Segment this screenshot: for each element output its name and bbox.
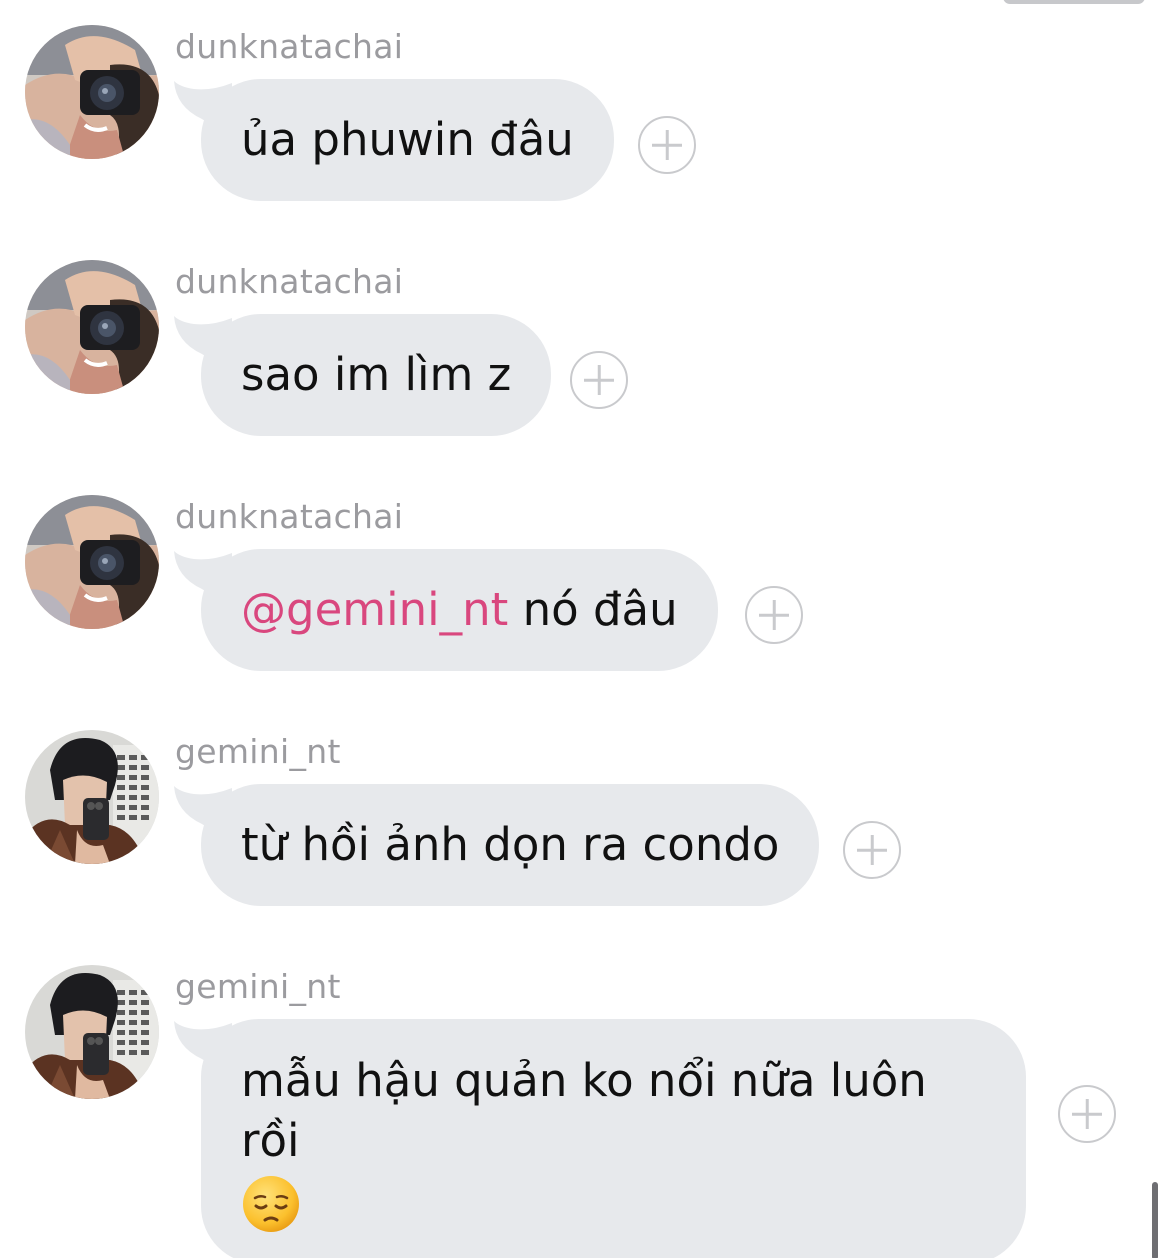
message-text: mẫu hậu quản ko nổi nữa luôn rồi — [241, 1054, 927, 1167]
message-bubble-wrap: sao im lìm z — [172, 314, 552, 436]
camera-selfie-avatar-image — [25, 25, 159, 159]
avatar[interactable] — [25, 730, 159, 864]
username[interactable]: dunknatachai — [175, 497, 403, 536]
message-bubble-wrap: @gemini_nt nó đâu — [172, 549, 718, 671]
top-scroll-indicator — [1003, 0, 1145, 4]
username[interactable]: gemini_nt — [175, 732, 341, 771]
avatar[interactable] — [25, 260, 159, 394]
message-bubble-wrap: mẫu hậu quản ko nổi nữa luôn rồi — [172, 1019, 1026, 1258]
avatar[interactable] — [25, 25, 159, 159]
plus-circle-icon[interactable] — [843, 821, 901, 879]
pensive-face-emoji-icon — [243, 1176, 299, 1232]
avatar[interactable] — [25, 495, 159, 629]
message-bubble-wrap: từ hồi ảnh dọn ra condo — [172, 784, 820, 906]
message-bubble[interactable]: ủa phuwin đâu — [201, 79, 614, 201]
avatar[interactable] — [25, 965, 159, 1099]
message-bubble[interactable]: từ hồi ảnh dọn ra condo — [201, 784, 820, 906]
camera-selfie-avatar-image — [25, 260, 159, 394]
message-text: ủa phuwin đâu — [241, 113, 574, 166]
message-bubble-wrap: ủa phuwin đâu — [172, 79, 614, 201]
message-bubble[interactable]: sao im lìm z — [201, 314, 552, 436]
message-text: nó đâu — [508, 583, 678, 636]
message-bubble[interactable]: mẫu hậu quản ko nổi nữa luôn rồi — [201, 1019, 1026, 1258]
scrollbar[interactable] — [1152, 1182, 1158, 1258]
message-text: sao im lìm z — [241, 348, 512, 401]
mention-link[interactable]: @gemini_nt — [241, 583, 508, 636]
message-bubble[interactable]: @gemini_nt nó đâu — [201, 549, 718, 671]
message-text: từ hồi ảnh dọn ra condo — [241, 818, 780, 871]
username[interactable]: dunknatachai — [175, 262, 403, 301]
mirror-selfie-avatar-image — [25, 965, 159, 1099]
camera-selfie-avatar-image — [25, 495, 159, 629]
plus-circle-icon[interactable] — [1058, 1085, 1116, 1143]
username[interactable]: gemini_nt — [175, 967, 341, 1006]
mirror-selfie-avatar-image — [25, 730, 159, 864]
plus-circle-icon[interactable] — [570, 351, 628, 409]
plus-circle-icon[interactable] — [745, 586, 803, 644]
username[interactable]: dunknatachai — [175, 27, 403, 66]
plus-circle-icon[interactable] — [638, 116, 696, 174]
